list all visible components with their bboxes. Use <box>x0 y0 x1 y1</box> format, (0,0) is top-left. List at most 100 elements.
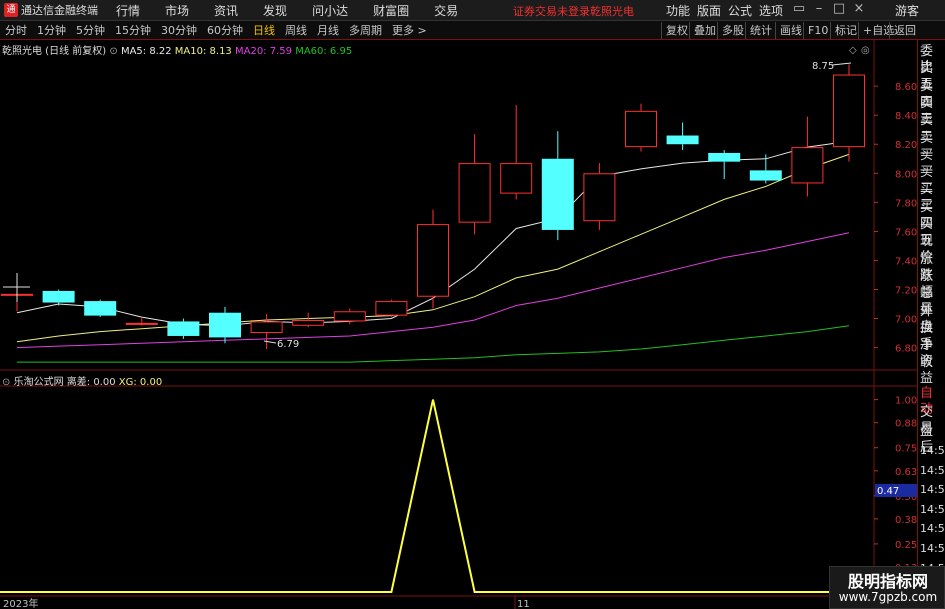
period-tab-timeshare[interactable]: 分时 <box>0 22 32 38</box>
tick-time: 14:56 <box>920 463 945 477</box>
candle-body <box>375 301 408 316</box>
period-tab-multi[interactable]: 多周期 <box>344 22 387 38</box>
quote-label: 收益 <box>920 355 934 387</box>
maximize-icon[interactable]: □ <box>830 1 848 16</box>
period-tab-daily[interactable]: 日线 <box>248 22 280 38</box>
deviation-line <box>0 399 873 593</box>
candle <box>458 134 491 235</box>
mark-button[interactable]: 标记 <box>830 22 861 39</box>
indicator-deviation-value: 离差: 0.00 <box>66 377 116 388</box>
menu-trade[interactable]: 交易 <box>434 2 458 19</box>
minimize-icon[interactable]: – <box>810 1 828 16</box>
period-tab-5min[interactable]: 5分钟 <box>71 22 110 38</box>
candle <box>375 299 408 318</box>
close-icon[interactable]: × <box>850 1 868 16</box>
menu-wealth[interactable]: 财富圈 <box>373 2 409 19</box>
period-tab-1min[interactable]: 1分钟 <box>32 22 71 38</box>
price-axis: 8.60 8.40 8.20 8.00 7.80 7.60 7.40 7.20 7.00 6.80 <box>874 82 917 355</box>
overlay-button[interactable]: 叠加 <box>689 22 720 39</box>
ma60-line <box>17 325 850 363</box>
menu-layout[interactable]: 版面 <box>697 2 721 19</box>
candle-body <box>292 319 325 326</box>
menu-function[interactable]: 功能 <box>666 2 690 19</box>
price-tick-label: 7.60 <box>895 227 917 238</box>
candle-body <box>167 321 200 336</box>
candle <box>583 163 616 230</box>
period-tab-15min[interactable]: 15分钟 <box>110 22 156 38</box>
candle-body <box>458 163 491 223</box>
price-tick-label: 8.60 <box>895 82 917 93</box>
ma-toggle-icon[interactable]: ⊙ <box>109 46 117 57</box>
watermark-url: www.7gpzb.com <box>838 590 938 604</box>
candle-body <box>833 74 865 148</box>
menu-formula[interactable]: 公式 <box>728 2 752 19</box>
candle-body <box>42 290 75 303</box>
candle-body <box>666 135 699 145</box>
period-tab-60min[interactable]: 60分钟 <box>202 22 248 38</box>
statistics-button[interactable]: 统计 <box>745 22 776 39</box>
period-tab-30min[interactable]: 30分钟 <box>156 22 202 38</box>
period-tab-monthly[interactable]: 月线 <box>312 22 344 38</box>
tick-time: 14:56 <box>920 522 945 536</box>
candle-body <box>209 312 241 338</box>
menu-options[interactable]: 选项 <box>759 2 783 19</box>
candle-body <box>791 147 824 184</box>
candle <box>417 209 449 309</box>
candle-body <box>333 311 366 322</box>
candle <box>708 150 741 180</box>
price-tick-label: 6.80 <box>895 344 917 355</box>
ma10-value: MA10: 8.13 <box>174 46 232 57</box>
period-tab-weekly[interactable]: 周线 <box>280 22 312 38</box>
candle <box>666 122 699 151</box>
tick-time: 14:56 <box>920 483 945 497</box>
axis-month-label: 11 <box>517 599 530 609</box>
period-tab-more[interactable]: 更多 > <box>387 22 432 38</box>
app-title: 通达信金融终端 <box>21 4 98 17</box>
candle-body <box>583 173 616 222</box>
back-button[interactable]: 返回 <box>889 22 920 39</box>
window-icon[interactable]: ▭ <box>790 1 808 16</box>
price-tick-label: 8.00 <box>895 169 917 180</box>
candle-body <box>500 163 533 194</box>
chart-area[interactable]: 8.60 8.40 8.20 8.00 7.80 7.60 7.40 7.20 7.00 6.80… <box>0 40 945 609</box>
indicator-tick-label: 0.25 <box>895 540 917 551</box>
indicator-current-value: 0.47 <box>877 486 899 497</box>
high-price-arrow <box>831 62 852 66</box>
price-tick-label: 7.40 <box>895 256 917 267</box>
tick-time: 14:56 <box>920 444 945 457</box>
trade-login-notice[interactable]: 证券交易未登录 <box>513 3 590 19</box>
menu-news[interactable]: 资讯 <box>214 2 238 19</box>
menu-ask[interactable]: 问小达 <box>312 2 348 19</box>
candle <box>625 103 657 152</box>
menu-quotes[interactable]: 行情 <box>116 2 140 19</box>
candle-body <box>708 152 741 162</box>
ma20-value: MA20: 7.59 <box>234 46 292 57</box>
adjust-button[interactable]: 复权 <box>661 22 692 39</box>
indicator-toggle-icon[interactable]: ⊙ <box>2 377 10 388</box>
menu-market[interactable]: 市场 <box>165 2 189 19</box>
candle-body <box>749 170 782 181</box>
candle <box>500 105 533 200</box>
indicator-tick-label: 0.38 <box>895 515 917 526</box>
current-stock-label: 乾照光电 <box>590 5 634 18</box>
multi-stock-button[interactable]: 多股 <box>717 22 748 39</box>
f10-button[interactable]: F10 <box>803 22 832 39</box>
indicator-name: 乐淘公式网 <box>13 377 64 388</box>
price-tick-label: 8.40 <box>895 111 917 122</box>
draw-line-button[interactable]: 画线 <box>775 22 806 39</box>
pane-diamond-icon[interactable]: ◇ <box>849 45 857 56</box>
candlestick-series <box>1 64 865 350</box>
candle-body <box>250 321 283 334</box>
indicator-tick-label: 0.88 <box>895 419 917 430</box>
user-guest[interactable]: 游客 <box>895 2 919 19</box>
ma60-value: MA60: 6.95 <box>295 46 353 57</box>
candle-body <box>625 110 657 148</box>
candle <box>125 317 158 326</box>
candle-body <box>541 158 574 230</box>
pane-settings-icon[interactable]: ◎ <box>861 45 870 56</box>
candle-body <box>84 301 117 316</box>
app-logo-icon: 通 <box>4 3 18 17</box>
menu-discover[interactable]: 发现 <box>263 2 287 19</box>
candle-body <box>417 224 449 297</box>
quote-side-panel: 委比 卖五 卖四 卖三 卖二 卖一 买一 买二 买三 买四 买五 现价 涨跌 涨幅 总量 外盘 换手 净资 收益 自动… <box>917 40 945 609</box>
